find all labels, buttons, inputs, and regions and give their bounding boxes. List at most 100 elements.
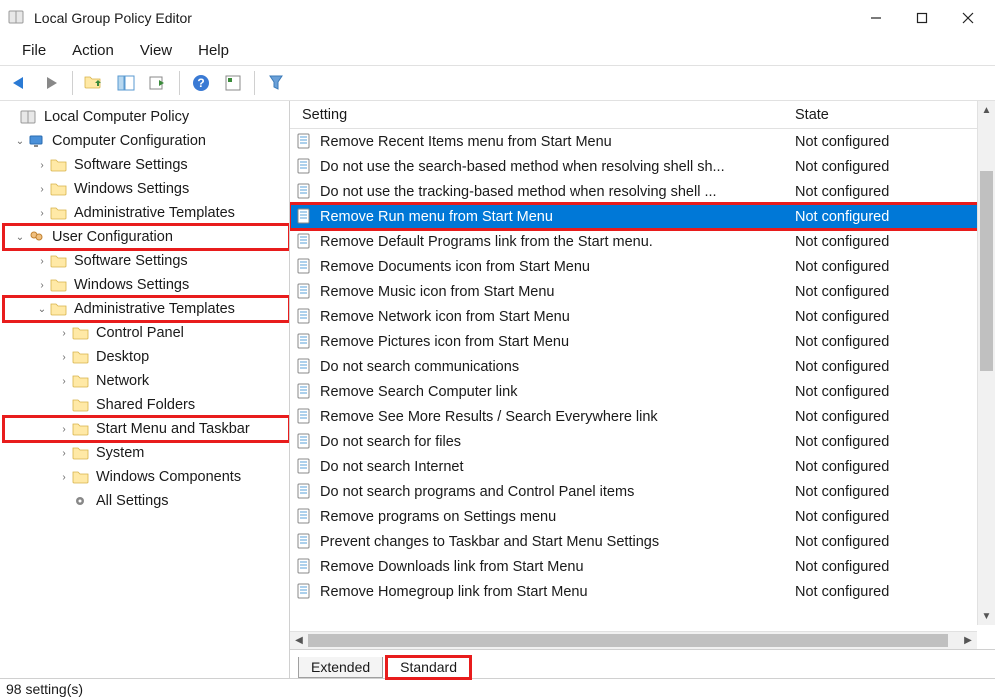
- column-state[interactable]: State: [795, 107, 995, 123]
- scroll-up-icon[interactable]: ▲: [978, 101, 995, 119]
- tree-uc-admin[interactable]: Administrative Templates: [72, 301, 237, 317]
- tree-uc-windows[interactable]: Windows Settings: [72, 277, 191, 293]
- setting-row[interactable]: Remove See More Results / Search Everywh…: [290, 404, 995, 429]
- setting-name: Do not search programs and Control Panel…: [320, 484, 795, 500]
- setting-row[interactable]: Remove Pictures icon from Start MenuNot …: [290, 329, 995, 354]
- tree-uc-software[interactable]: Software Settings: [72, 253, 190, 269]
- properties-button[interactable]: [218, 69, 248, 97]
- policy-icon: [296, 583, 314, 601]
- tree-desktop[interactable]: Desktop: [94, 349, 151, 365]
- up-button[interactable]: [79, 69, 109, 97]
- separator: [179, 71, 180, 95]
- expand-icon[interactable]: ›: [56, 424, 72, 435]
- setting-row[interactable]: Do not use the tracking-based method whe…: [290, 179, 995, 204]
- setting-state: Not configured: [795, 284, 995, 300]
- setting-row[interactable]: Remove Recent Items menu from Start Menu…: [290, 129, 995, 154]
- expand-icon[interactable]: ›: [56, 376, 72, 387]
- tree-system[interactable]: System: [94, 445, 146, 461]
- setting-state: Not configured: [795, 409, 995, 425]
- tab-standard[interactable]: Standard: [387, 657, 470, 678]
- setting-name: Remove Pictures icon from Start Menu: [320, 334, 795, 350]
- vertical-scrollbar[interactable]: ▲ ▼: [977, 101, 995, 625]
- scroll-thumb[interactable]: [308, 634, 948, 647]
- expand-icon[interactable]: ›: [56, 448, 72, 459]
- folder-icon: [72, 397, 90, 413]
- scroll-right-icon[interactable]: ▶: [959, 635, 977, 646]
- policy-icon: [296, 233, 314, 251]
- scroll-down-icon[interactable]: ▼: [978, 607, 995, 625]
- menu-file[interactable]: File: [18, 40, 50, 61]
- forward-button[interactable]: [36, 69, 66, 97]
- setting-row[interactable]: Remove Network icon from Start MenuNot c…: [290, 304, 995, 329]
- setting-row[interactable]: Remove Run menu from Start MenuNot confi…: [290, 204, 995, 229]
- setting-row[interactable]: Do not search programs and Control Panel…: [290, 479, 995, 504]
- collapse-icon[interactable]: ⌄: [12, 232, 28, 243]
- back-button[interactable]: [4, 69, 34, 97]
- tree-all-settings[interactable]: All Settings: [94, 493, 171, 509]
- policy-root-icon: [20, 109, 38, 125]
- close-button[interactable]: [945, 4, 991, 32]
- tree-windows-components[interactable]: Windows Components: [94, 469, 243, 485]
- tree-shared-folders[interactable]: Shared Folders: [94, 397, 197, 413]
- expand-icon[interactable]: ›: [56, 352, 72, 363]
- setting-row[interactable]: Prevent changes to Taskbar and Start Men…: [290, 529, 995, 554]
- expand-icon[interactable]: ›: [34, 208, 50, 219]
- filter-button[interactable]: [261, 69, 291, 97]
- folder-icon: [72, 325, 90, 341]
- show-tree-button[interactable]: [111, 69, 141, 97]
- help-button[interactable]: ?: [186, 69, 216, 97]
- setting-row[interactable]: Remove Documents icon from Start MenuNot…: [290, 254, 995, 279]
- setting-state: Not configured: [795, 434, 995, 450]
- tree-control-panel[interactable]: Control Panel: [94, 325, 186, 341]
- setting-row[interactable]: Remove programs on Settings menuNot conf…: [290, 504, 995, 529]
- policy-icon: [296, 183, 314, 201]
- expand-icon[interactable]: ›: [56, 328, 72, 339]
- menu-help[interactable]: Help: [194, 40, 233, 61]
- folder-icon: [72, 373, 90, 389]
- setting-row[interactable]: Do not use the search-based method when …: [290, 154, 995, 179]
- folder-icon: [72, 349, 90, 365]
- setting-row[interactable]: Remove Music icon from Start MenuNot con…: [290, 279, 995, 304]
- minimize-button[interactable]: [853, 4, 899, 32]
- tree-start-menu-taskbar[interactable]: Start Menu and Taskbar: [94, 421, 252, 437]
- maximize-button[interactable]: [899, 4, 945, 32]
- policy-icon: [296, 258, 314, 276]
- collapse-icon[interactable]: ⌄: [34, 304, 50, 315]
- menu-action[interactable]: Action: [68, 40, 118, 61]
- collapse-icon[interactable]: ⌄: [12, 136, 28, 147]
- setting-name: Remove Run menu from Start Menu: [320, 209, 795, 225]
- setting-row[interactable]: Remove Search Computer linkNot configure…: [290, 379, 995, 404]
- tree-cc-software[interactable]: Software Settings: [72, 157, 190, 173]
- setting-row[interactable]: Remove Homegroup link from Start MenuNot…: [290, 579, 995, 604]
- menu-view[interactable]: View: [136, 40, 176, 61]
- computer-icon: [28, 133, 46, 149]
- expand-icon[interactable]: ›: [34, 184, 50, 195]
- expand-icon[interactable]: ›: [34, 280, 50, 291]
- setting-state: Not configured: [795, 359, 995, 375]
- setting-state: Not configured: [795, 509, 995, 525]
- expand-icon[interactable]: ›: [34, 256, 50, 267]
- tree-network[interactable]: Network: [94, 373, 151, 389]
- scroll-thumb[interactable]: [980, 171, 993, 371]
- tree-user-config[interactable]: User Configuration: [50, 229, 175, 245]
- tree-cc-windows[interactable]: Windows Settings: [72, 181, 191, 197]
- expand-icon[interactable]: ›: [56, 472, 72, 483]
- setting-row[interactable]: Remove Default Programs link from the St…: [290, 229, 995, 254]
- setting-row[interactable]: Do not search for filesNot configured: [290, 429, 995, 454]
- export-button[interactable]: [143, 69, 173, 97]
- expand-icon[interactable]: ›: [34, 160, 50, 171]
- scroll-left-icon[interactable]: ◀: [290, 635, 308, 646]
- tree-computer-config[interactable]: Computer Configuration: [50, 133, 208, 149]
- horizontal-scrollbar[interactable]: ◀ ▶: [290, 631, 977, 649]
- policy-icon: [296, 458, 314, 476]
- setting-row[interactable]: Do not search InternetNot configured: [290, 454, 995, 479]
- tree-root[interactable]: Local Computer Policy: [42, 109, 191, 125]
- tab-extended[interactable]: Extended: [298, 657, 383, 678]
- tree-cc-admin[interactable]: Administrative Templates: [72, 205, 237, 221]
- setting-row[interactable]: Remove Downloads link from Start MenuNot…: [290, 554, 995, 579]
- column-setting[interactable]: Setting: [296, 107, 795, 123]
- setting-state: Not configured: [795, 484, 995, 500]
- setting-row[interactable]: Do not search communicationsNot configur…: [290, 354, 995, 379]
- tree-pane[interactable]: Local Computer Policy ⌄ Computer Configur…: [0, 101, 290, 678]
- setting-name: Remove programs on Settings menu: [320, 509, 795, 525]
